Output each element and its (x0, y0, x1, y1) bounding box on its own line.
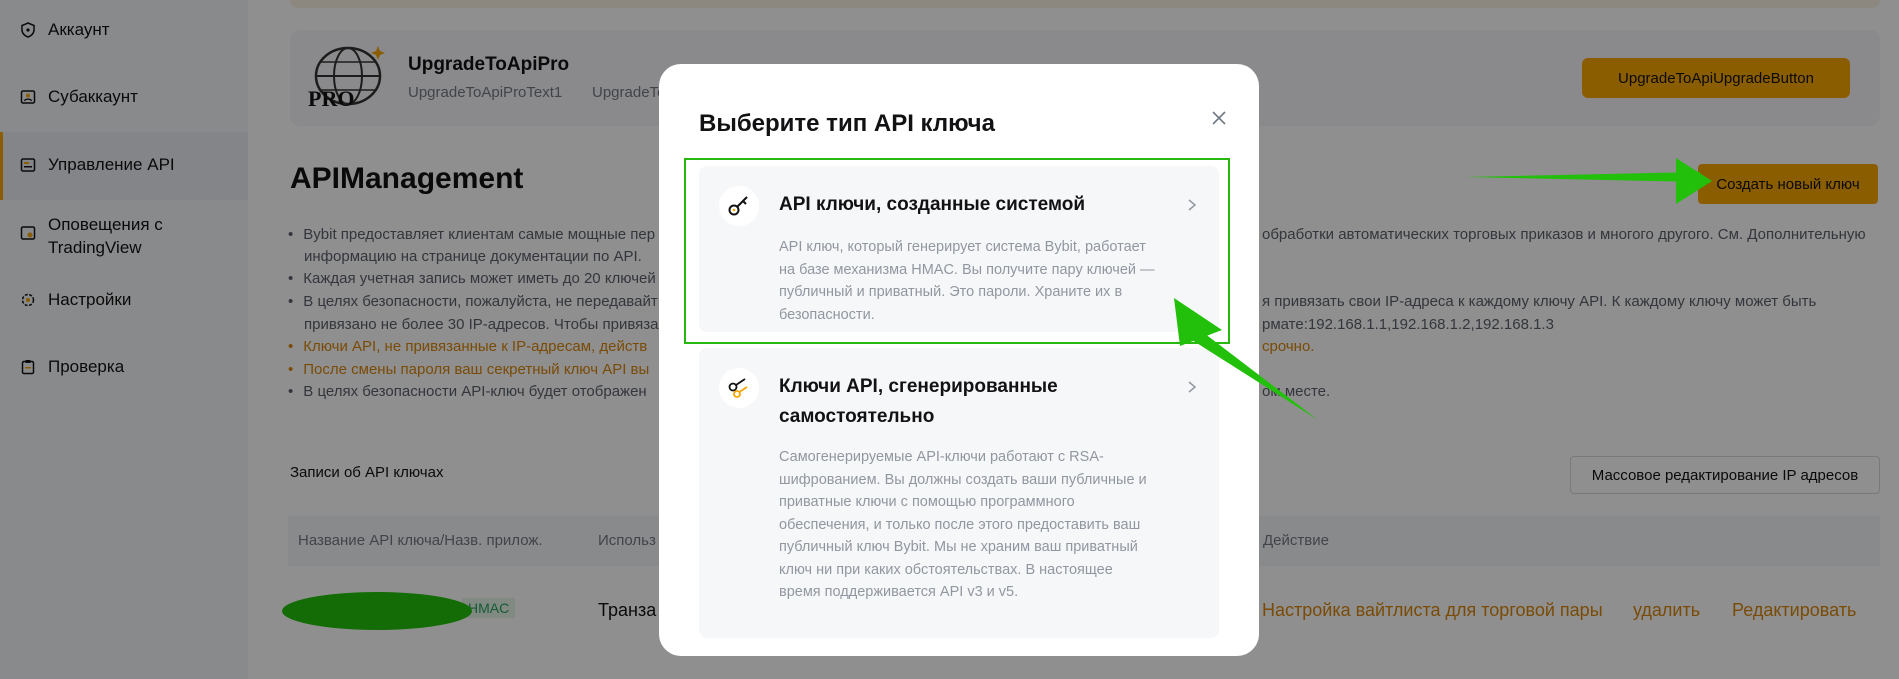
option-self-generated-keys[interactable]: Ключи API, сгенерированные самостоятельн… (699, 348, 1219, 638)
option-description: Самогенерируемые API-ключи работают с RS… (779, 446, 1179, 604)
desc-line: Самогенерируемые API-ключи работают с RS… (779, 449, 1104, 465)
desc-line: приватные ключи с помощью программного (779, 494, 1075, 510)
api-key-type-modal: Выберите тип API ключа API ключи, создан… (659, 64, 1259, 656)
desc-line: время поддерживается API v3 и v5. (779, 584, 1019, 600)
modal-title: Выберите тип API ключа (699, 110, 995, 137)
annotation-highlight-box (684, 158, 1230, 344)
option-title: Ключи API, сгенерированные самостоятельн… (779, 376, 1058, 427)
desc-line: шифрованием. Вы должны создать ваши публ… (779, 471, 1147, 488)
chevron-right-icon (1185, 380, 1199, 394)
keys-icon (719, 368, 759, 408)
desc-line: публичный ключ Bybit. Мы не храним ваш п… (779, 539, 1138, 555)
desc-line: ключ ни при каких обстоятельствах. В нас… (779, 561, 1113, 578)
desc-line: обеспечения, и только после этого предос… (779, 516, 1141, 533)
close-icon[interactable] (1207, 106, 1231, 130)
